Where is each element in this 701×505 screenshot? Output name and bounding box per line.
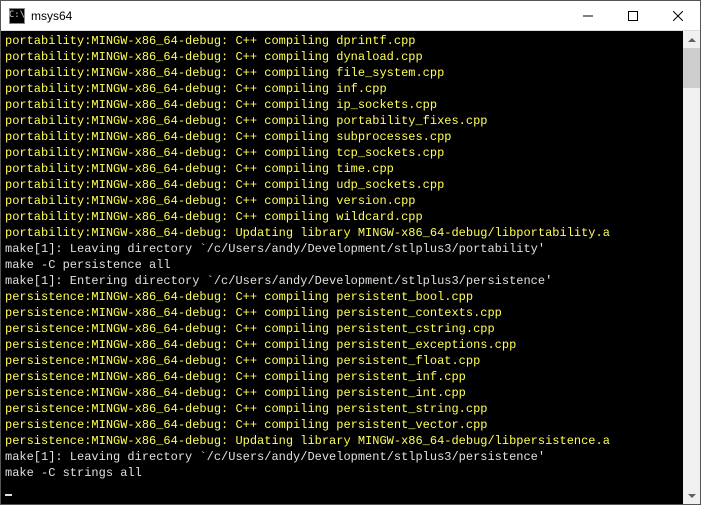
terminal-line: portability:MINGW-x86_64-debug: C++ comp… xyxy=(5,161,679,177)
maximize-icon xyxy=(628,11,638,21)
terminal-line: make[1]: Leaving directory `/c/Users/and… xyxy=(5,449,679,465)
close-button[interactable] xyxy=(655,1,700,30)
terminal-line: portability:MINGW-x86_64-debug: C++ comp… xyxy=(5,209,679,225)
terminal-line: persistence:MINGW-x86_64-debug: C++ comp… xyxy=(5,385,679,401)
cursor xyxy=(5,494,12,496)
terminal-line: portability:MINGW-x86_64-debug: C++ comp… xyxy=(5,33,679,49)
scroll-up-button[interactable] xyxy=(683,31,700,48)
maximize-button[interactable] xyxy=(610,1,655,30)
terminal-line: make[1]: Entering directory `/c/Users/an… xyxy=(5,273,679,289)
app-icon: C:\ xyxy=(9,8,25,24)
chevron-up-icon xyxy=(688,38,696,42)
terminal-line: make -C strings all xyxy=(5,465,679,481)
terminal-area[interactable]: portability:MINGW-x86_64-debug: C++ comp… xyxy=(1,31,700,504)
terminal-line: portability:MINGW-x86_64-debug: C++ comp… xyxy=(5,113,679,129)
terminal-line: persistence:MINGW-x86_64-debug: C++ comp… xyxy=(5,337,679,353)
terminal-line: persistence:MINGW-x86_64-debug: Updating… xyxy=(5,433,679,449)
scroll-track[interactable] xyxy=(683,48,700,487)
terminal-line: persistence:MINGW-x86_64-debug: C++ comp… xyxy=(5,353,679,369)
terminal-line: portability:MINGW-x86_64-debug: C++ comp… xyxy=(5,65,679,81)
terminal-line: persistence:MINGW-x86_64-debug: C++ comp… xyxy=(5,289,679,305)
terminal-line: persistence:MINGW-x86_64-debug: C++ comp… xyxy=(5,417,679,433)
titlebar[interactable]: C:\ msys64 xyxy=(1,1,700,31)
terminal-cursor-line xyxy=(5,481,679,497)
minimize-icon xyxy=(583,11,593,21)
terminal-line: portability:MINGW-x86_64-debug: C++ comp… xyxy=(5,177,679,193)
terminal-line: persistence:MINGW-x86_64-debug: C++ comp… xyxy=(5,369,679,385)
window-title: msys64 xyxy=(31,9,565,23)
terminal-line: portability:MINGW-x86_64-debug: C++ comp… xyxy=(5,129,679,145)
window-frame: C:\ msys64 portability:MINGW-x86_64-debu… xyxy=(0,0,701,505)
close-icon xyxy=(673,11,683,21)
scrollbar-vertical[interactable] xyxy=(683,31,700,504)
terminal-line: portability:MINGW-x86_64-debug: C++ comp… xyxy=(5,193,679,209)
chevron-down-icon xyxy=(688,494,696,498)
terminal-line: portability:MINGW-x86_64-debug: C++ comp… xyxy=(5,145,679,161)
terminal-line: portability:MINGW-x86_64-debug: C++ comp… xyxy=(5,81,679,97)
terminal-line: portability:MINGW-x86_64-debug: C++ comp… xyxy=(5,49,679,65)
terminal-line: portability:MINGW-x86_64-debug: C++ comp… xyxy=(5,97,679,113)
terminal-line: persistence:MINGW-x86_64-debug: C++ comp… xyxy=(5,305,679,321)
terminal-line: make[1]: Leaving directory `/c/Users/and… xyxy=(5,241,679,257)
terminal-line: make -C persistence all xyxy=(5,257,679,273)
window-controls xyxy=(565,1,700,30)
terminal-line: persistence:MINGW-x86_64-debug: C++ comp… xyxy=(5,401,679,417)
terminal-line: portability:MINGW-x86_64-debug: Updating… xyxy=(5,225,679,241)
terminal-content: portability:MINGW-x86_64-debug: C++ comp… xyxy=(1,31,683,504)
terminal-line: persistence:MINGW-x86_64-debug: C++ comp… xyxy=(5,321,679,337)
scroll-thumb[interactable] xyxy=(683,48,700,88)
scroll-down-button[interactable] xyxy=(683,487,700,504)
minimize-button[interactable] xyxy=(565,1,610,30)
